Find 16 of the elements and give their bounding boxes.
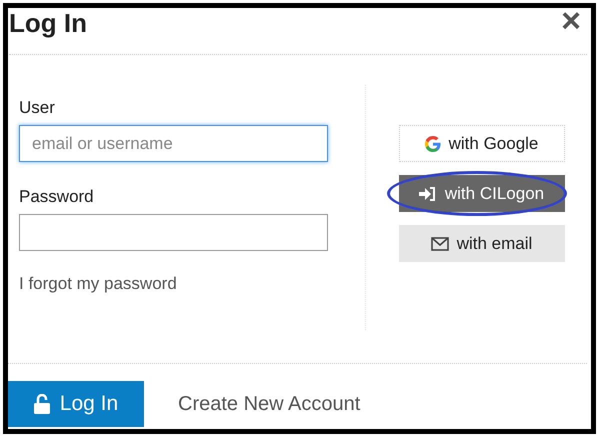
create-account-link[interactable]: Create New Account <box>178 392 360 416</box>
field-label: User <box>19 98 56 118</box>
field-label: Password <box>19 187 95 207</box>
dialog-title: Log In <box>9 8 87 38</box>
provider-login-button[interactable]: with Google <box>398 125 564 162</box>
unlock-icon <box>34 394 50 414</box>
forgot-password-link[interactable]: I forgot my password <box>19 274 177 294</box>
envelope-icon <box>430 236 449 250</box>
login-button[interactable]: Log In <box>8 381 144 427</box>
provider-login-button[interactable]: with email <box>398 225 564 262</box>
close-button[interactable]: × <box>561 8 581 34</box>
input-field[interactable]: email or username <box>19 125 328 162</box>
input-field[interactable] <box>19 214 328 251</box>
sign-in-icon <box>418 186 437 202</box>
google-icon <box>424 136 441 152</box>
provider-login-button[interactable]: with CILogon <box>398 175 564 212</box>
